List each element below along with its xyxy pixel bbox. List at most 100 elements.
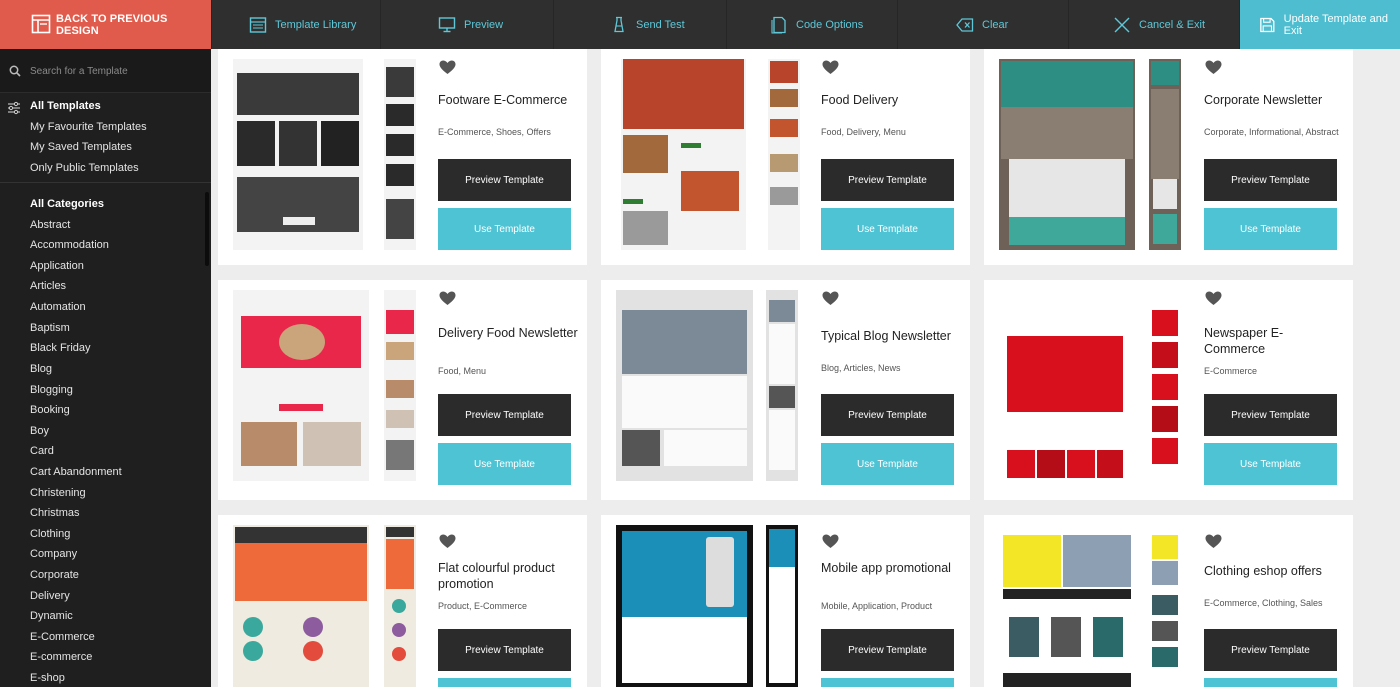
template-mobile-thumbnail[interactable] <box>768 59 800 250</box>
filter-saved-templates[interactable]: My Saved Templates <box>30 141 132 153</box>
category-item[interactable]: Articles <box>30 280 66 292</box>
template-title: Delivery Food Newsletter <box>438 326 578 340</box>
preview-template-button[interactable]: Preview Template <box>438 629 571 671</box>
template-title: Flat colourful product promotion <box>438 561 555 591</box>
template-card: Corporate Newsletter Corporate, Informat… <box>984 49 1353 265</box>
template-card: Delivery Food Newsletter Food, Menu Prev… <box>218 280 587 500</box>
use-template-button[interactable] <box>1204 678 1337 687</box>
template-card: Flat colourful product promotion Product… <box>218 515 587 687</box>
category-item[interactable]: E-commerce <box>30 651 92 663</box>
heart-icon[interactable] <box>822 291 839 306</box>
category-item[interactable]: Black Friday <box>30 342 91 354</box>
template-mobile-thumbnail[interactable] <box>1149 290 1181 481</box>
template-title: Newspaper E-Commerce <box>1204 326 1284 356</box>
category-item[interactable]: Christmas <box>30 507 80 519</box>
preview-template-button[interactable]: Preview Template <box>821 629 954 671</box>
template-thumbnail[interactable] <box>999 59 1135 250</box>
template-thumbnail[interactable] <box>233 290 369 481</box>
use-template-button[interactable]: Use Template <box>821 208 954 250</box>
use-template-button[interactable]: Use Template <box>821 443 954 485</box>
heart-icon[interactable] <box>1205 291 1222 306</box>
category-item[interactable]: Clothing <box>30 528 70 540</box>
template-mobile-thumbnail[interactable] <box>1149 59 1181 250</box>
category-item[interactable]: Card <box>30 445 54 457</box>
category-item[interactable]: E-Commerce <box>30 631 95 643</box>
template-mobile-thumbnail[interactable] <box>766 290 798 481</box>
category-all[interactable]: All Categories <box>30 198 104 210</box>
template-card: Mobile app promotional Mobile, Applicati… <box>601 515 970 687</box>
template-tags: Food, Delivery, Menu <box>821 127 906 137</box>
preview-template-button[interactable]: Preview Template <box>821 394 954 436</box>
code-options-button[interactable]: Code Options <box>726 0 897 49</box>
heart-icon[interactable] <box>822 534 839 549</box>
search-input[interactable] <box>30 63 200 79</box>
document-icon <box>771 16 786 34</box>
category-item[interactable]: Blogging <box>30 384 73 396</box>
template-card: Food Delivery Food, Delivery, Menu Previ… <box>601 49 970 265</box>
use-template-button[interactable]: Use Template <box>438 208 571 250</box>
template-mobile-thumbnail[interactable] <box>766 525 798 687</box>
update-template-exit-label: Update Template and Exit <box>1283 12 1389 37</box>
preview-button[interactable]: Preview <box>380 0 553 49</box>
template-thumbnail[interactable] <box>999 525 1135 687</box>
preview-template-button[interactable]: Preview Template <box>1204 159 1337 201</box>
category-item[interactable]: Company <box>30 548 77 560</box>
use-template-button[interactable]: Use Template <box>1204 443 1337 485</box>
template-title: Food Delivery <box>821 93 899 107</box>
clear-button[interactable]: Clear <box>897 0 1068 49</box>
category-item[interactable]: Booking <box>30 404 70 416</box>
heart-icon[interactable] <box>439 60 456 75</box>
category-item[interactable]: Dynamic <box>30 610 73 622</box>
template-thumbnail[interactable] <box>616 290 753 481</box>
category-item[interactable]: Application <box>30 260 84 272</box>
use-template-button[interactable]: Use Template <box>438 443 571 485</box>
send-test-button[interactable]: Send Test <box>553 0 726 49</box>
template-mobile-thumbnail[interactable] <box>1149 525 1181 687</box>
category-item[interactable]: Boy <box>30 425 49 437</box>
template-mobile-thumbnail[interactable] <box>384 59 416 250</box>
preview-template-button[interactable]: Preview Template <box>1204 629 1337 671</box>
filter-public-templates[interactable]: Only Public Templates <box>30 162 139 174</box>
template-library-button[interactable]: Template Library <box>211 0 380 49</box>
category-item[interactable]: Abstract <box>30 219 70 231</box>
template-thumbnail[interactable] <box>233 525 369 687</box>
template-library-label: Template Library <box>275 18 357 31</box>
filter-all-templates[interactable]: All Templates <box>30 100 101 112</box>
heart-icon[interactable] <box>439 291 456 306</box>
preview-template-button[interactable]: Preview Template <box>438 159 571 201</box>
heart-icon[interactable] <box>1205 60 1222 75</box>
sidebar-scrollbar[interactable] <box>205 192 209 266</box>
back-to-previous-design-button[interactable]: BACK TO PREVIOUS DESIGN <box>0 0 211 49</box>
category-item[interactable]: Corporate <box>30 569 79 581</box>
preview-template-button[interactable]: Preview Template <box>438 394 571 436</box>
update-template-exit-button[interactable]: Update Template and Exit <box>1239 0 1400 49</box>
heart-icon[interactable] <box>1205 534 1222 549</box>
preview-template-button[interactable]: Preview Template <box>1204 394 1337 436</box>
use-template-button[interactable] <box>438 678 571 687</box>
preview-template-button[interactable]: Preview Template <box>821 159 954 201</box>
heart-icon[interactable] <box>439 534 456 549</box>
category-item[interactable]: Blog <box>30 363 52 375</box>
category-item[interactable]: Baptism <box>30 322 70 334</box>
sidebar-divider <box>0 182 211 183</box>
cancel-exit-button[interactable]: Cancel & Exit <box>1068 0 1239 49</box>
filter-favourite-templates[interactable]: My Favourite Templates <box>30 121 147 133</box>
template-title: Footware E-Commerce <box>438 93 568 107</box>
category-item[interactable]: Christening <box>30 487 86 499</box>
template-thumbnail[interactable] <box>999 290 1135 481</box>
category-item[interactable]: Cart Abandonment <box>30 466 122 478</box>
category-item[interactable]: Automation <box>30 301 86 313</box>
template-card: Typical Blog Newsletter Blog, Articles, … <box>601 280 970 500</box>
template-mobile-thumbnail[interactable] <box>384 525 416 687</box>
template-thumbnail[interactable] <box>621 59 746 250</box>
template-thumbnail[interactable] <box>616 525 753 687</box>
category-item[interactable]: Delivery <box>30 590 70 602</box>
category-item[interactable]: E-shop <box>30 672 65 684</box>
category-item[interactable]: Accommodation <box>30 239 109 251</box>
send-test-label: Send Test <box>636 18 685 31</box>
template-mobile-thumbnail[interactable] <box>384 290 416 481</box>
heart-icon[interactable] <box>822 60 839 75</box>
template-thumbnail[interactable] <box>233 59 363 250</box>
use-template-button[interactable] <box>821 678 954 687</box>
use-template-button[interactable]: Use Template <box>1204 208 1337 250</box>
